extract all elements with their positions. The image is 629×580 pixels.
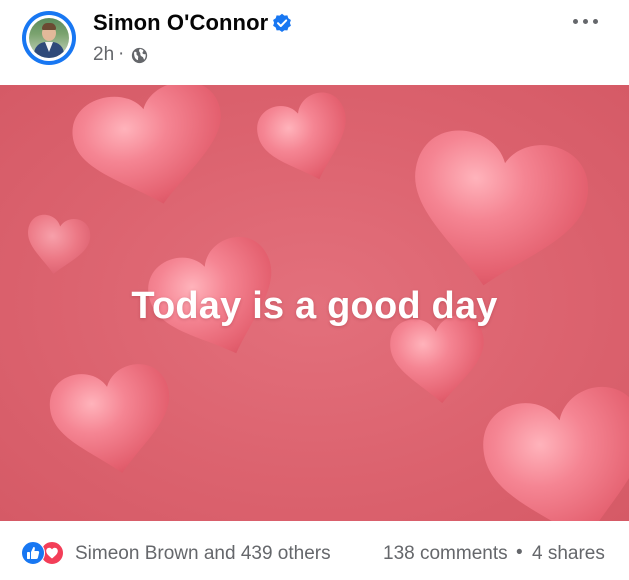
- shares-count-link[interactable]: 4 shares: [532, 543, 605, 565]
- like-reaction-icon: [21, 541, 45, 565]
- author-name[interactable]: Simon O'Connor: [93, 10, 268, 36]
- post-timestamp[interactable]: 2h: [93, 44, 114, 66]
- heart-shape: [22, 212, 93, 279]
- post-caption: Today is a good day: [131, 285, 498, 327]
- time-separator: ·: [118, 43, 125, 64]
- heart-shape: [250, 86, 363, 194]
- heart-shape: [44, 359, 182, 484]
- heart-shape: [475, 379, 629, 521]
- verified-badge-icon: [273, 13, 291, 33]
- more-options-dot: [573, 19, 578, 24]
- post-footer: Simeon Brown and 439 others 138 comments…: [0, 521, 629, 580]
- heart-shape: [397, 123, 596, 301]
- post-header: Simon O'Connor 2h ·: [0, 0, 629, 85]
- heart-shape: [66, 85, 237, 220]
- reaction-icons[interactable]: [21, 541, 71, 565]
- avatar-hair: [42, 23, 56, 30]
- comments-count-link[interactable]: 138 comments: [383, 543, 508, 565]
- more-options-dot: [593, 19, 598, 24]
- post-image[interactable]: Today is a good day: [0, 85, 629, 521]
- more-options-button[interactable]: [570, 10, 602, 34]
- more-options-dot: [583, 19, 588, 24]
- author-avatar[interactable]: [22, 11, 76, 65]
- facebook-post: Simon O'Connor 2h · Today is a good day …: [0, 0, 629, 580]
- globe-icon[interactable]: [131, 47, 148, 64]
- reactions-summary[interactable]: Simeon Brown and 439 others: [75, 543, 331, 565]
- avatar-photo: [29, 18, 69, 58]
- footer-separator: •: [516, 542, 523, 563]
